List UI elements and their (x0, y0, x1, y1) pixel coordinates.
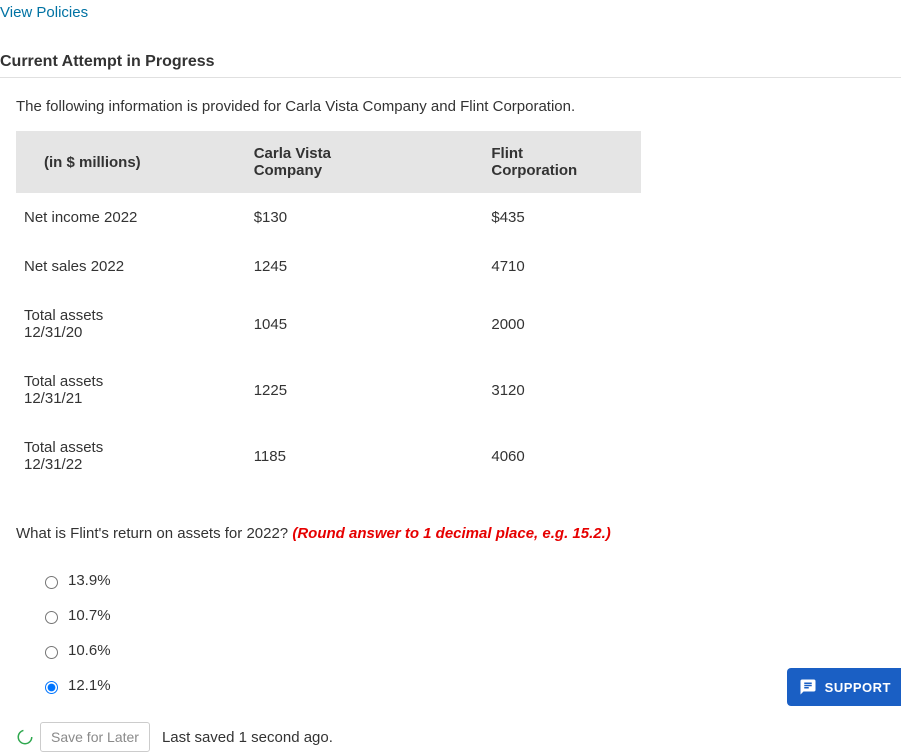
option-label: 10.7% (68, 607, 111, 624)
row-value-a: 1245 (194, 242, 432, 291)
option-label: 10.6% (68, 642, 111, 659)
save-status-text: Last saved 1 second ago. (162, 729, 333, 746)
row-value-b: 4710 (431, 242, 641, 291)
question-content: The following information is provided fo… (0, 77, 901, 694)
row-label: Net sales 2022 (16, 242, 194, 291)
option-radio[interactable] (45, 576, 58, 589)
table-row: Total assets 12/31/2211854060 (16, 423, 641, 489)
intro-text: The following information is provided fo… (16, 98, 885, 115)
chat-icon (799, 678, 817, 696)
option-row[interactable]: 13.9% (40, 572, 885, 589)
save-for-later-button[interactable]: Save for Later (40, 722, 150, 752)
row-value-a: 1225 (194, 357, 432, 423)
row-label: Total assets 12/31/22 (16, 423, 194, 489)
row-label: Total assets 12/31/20 (16, 291, 194, 357)
attempt-title: Current Attempt in Progress (0, 53, 901, 71)
answer-options: 13.9% 10.7% 10.6% 12.1% (16, 572, 885, 694)
option-row[interactable]: 10.6% (40, 642, 885, 659)
financial-table: (in $ millions) Carla Vista Company Flin… (16, 131, 641, 489)
row-value-b: 4060 (431, 423, 641, 489)
support-button[interactable]: SUPPORT (787, 668, 901, 706)
table-row: Net income 2022$130$435 (16, 193, 641, 242)
row-value-b: 3120 (431, 357, 641, 423)
table-header: Flint Corporation (431, 131, 641, 193)
row-label: Net income 2022 (16, 193, 194, 242)
question-text: What is Flint's return on assets for 202… (16, 525, 885, 542)
option-row[interactable]: 12.1% (40, 677, 885, 694)
question-main: What is Flint's return on assets for 202… (16, 525, 292, 542)
row-value-a: 1185 (194, 423, 432, 489)
row-value-b: 2000 (431, 291, 641, 357)
option-radio[interactable] (45, 681, 58, 694)
row-value-a: $130 (194, 193, 432, 242)
bottom-bar: Save for Later Last saved 1 second ago. (0, 722, 901, 752)
view-policies-link[interactable]: View Policies (0, 0, 901, 21)
support-label: SUPPORT (825, 680, 891, 695)
table-header: Carla Vista Company (194, 131, 432, 193)
option-radio[interactable] (45, 646, 58, 659)
spinner-icon (16, 728, 34, 746)
option-radio[interactable] (45, 611, 58, 624)
row-value-b: $435 (431, 193, 641, 242)
option-row[interactable]: 10.7% (40, 607, 885, 624)
table-row: Total assets 12/31/2010452000 (16, 291, 641, 357)
table-row: Net sales 202212454710 (16, 242, 641, 291)
table-row: Total assets 12/31/2112253120 (16, 357, 641, 423)
row-label: Total assets 12/31/21 (16, 357, 194, 423)
option-label: 12.1% (68, 677, 111, 694)
table-header: (in $ millions) (16, 131, 194, 193)
row-value-a: 1045 (194, 291, 432, 357)
question-hint: (Round answer to 1 decimal place, e.g. 1… (292, 525, 610, 542)
option-label: 13.9% (68, 572, 111, 589)
